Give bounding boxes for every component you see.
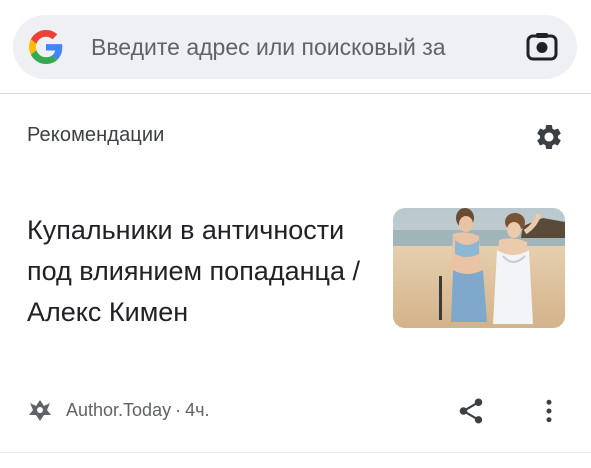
article-time: 4ч. — [185, 399, 210, 420]
share-icon[interactable] — [456, 396, 486, 426]
google-lens-icon[interactable] — [525, 30, 559, 64]
gear-icon[interactable] — [534, 122, 564, 152]
article-thumbnail[interactable] — [393, 208, 565, 328]
google-g-icon — [29, 30, 63, 64]
more-vert-icon[interactable] — [534, 396, 564, 426]
new-tab-page: Рекомендации Купальники в античности под… — [0, 0, 591, 468]
author-today-logo-icon — [29, 400, 51, 421]
search-bar[interactable] — [13, 15, 577, 79]
article-source[interactable]: Author.Today — [66, 400, 171, 421]
recommendations-title: Рекомендации — [27, 124, 165, 146]
article-title[interactable]: Купальники в античности под влиянием поп… — [27, 210, 377, 333]
meta-separator: · — [175, 399, 182, 420]
header-divider — [0, 93, 591, 94]
article-meta: Author.Today · 4ч. — [27, 394, 209, 426]
card-divider — [0, 452, 591, 453]
search-input[interactable] — [91, 33, 515, 61]
